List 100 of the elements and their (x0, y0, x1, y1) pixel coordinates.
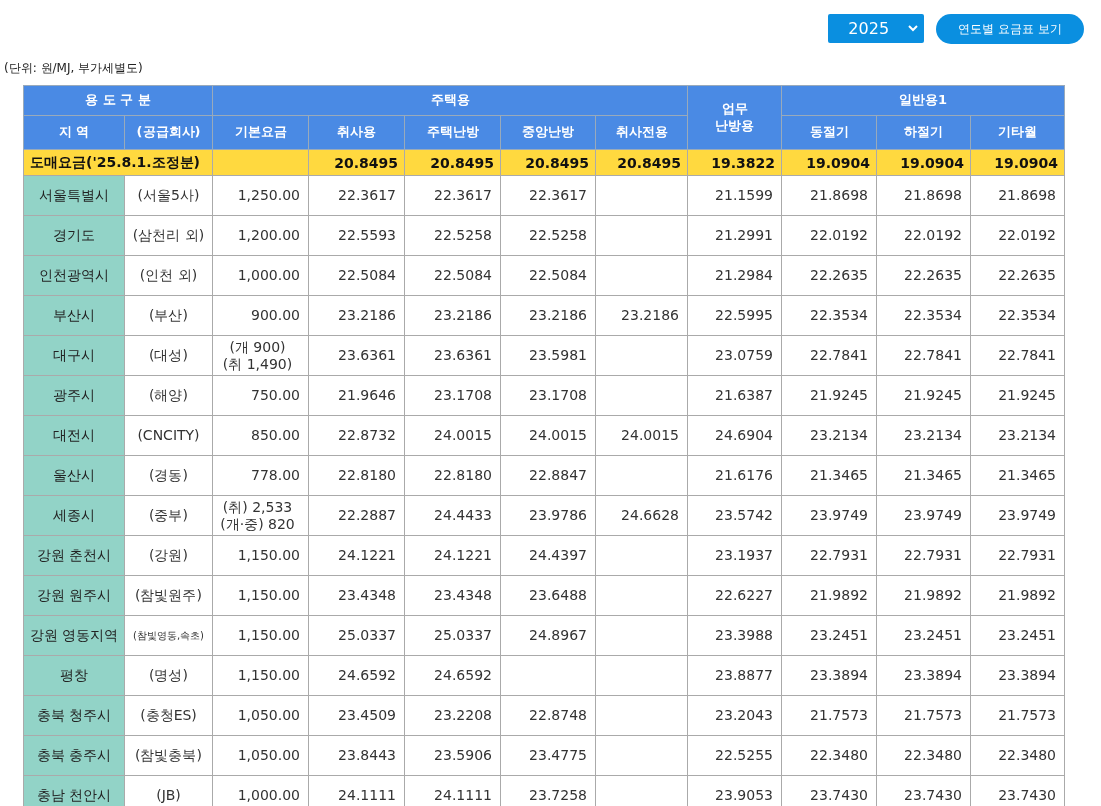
table-cell: 22.3534 (970, 295, 1065, 336)
table-cell: 24.1221 (404, 535, 501, 576)
header-cell: 지 역 (23, 115, 125, 150)
table-cell: 23.2134 (781, 415, 877, 456)
region-cell: 충남 천안시 (23, 775, 125, 806)
header-cell: 취사용 (308, 115, 405, 150)
table-cell: 24.8967 (500, 615, 596, 656)
table-cell: 21.8698 (781, 175, 877, 216)
table-cell: 22.5084 (500, 255, 596, 296)
table-cell: 23.3894 (781, 655, 877, 696)
table-cell: 1,000.00 (212, 255, 309, 296)
table-cell: 23.8443 (308, 735, 405, 776)
region-cell: 강원 영동지역 (23, 615, 125, 656)
table-cell: 21.7573 (876, 695, 971, 736)
header-cell: (공급회사) (124, 115, 213, 150)
table-cell: 22.0192 (876, 215, 971, 256)
table-cell: 23.2134 (970, 415, 1065, 456)
region-cell: 강원 춘천시 (23, 535, 125, 576)
table-cell: 23.4348 (404, 575, 501, 616)
table-cell: 19.0904 (781, 149, 877, 176)
table-cell: 24.6628 (595, 495, 688, 536)
table-cell: 21.3465 (970, 455, 1065, 496)
table-cell: 23.9749 (876, 495, 971, 536)
header-cell: 업무 난방용 (687, 85, 782, 150)
table-cell: 21.3465 (876, 455, 971, 496)
table-cell: 23.5981 (500, 335, 596, 376)
table-cell: 20.8495 (500, 149, 596, 176)
table-cell: 22.0192 (781, 215, 877, 256)
table-cell: 1,150.00 (212, 615, 309, 656)
year-select[interactable]: 2025 (828, 14, 925, 43)
region-cell: 인천광역시 (23, 255, 125, 296)
table-cell: 21.9892 (876, 575, 971, 616)
table-cell: 22.7931 (876, 535, 971, 576)
table-cell: 22.3534 (876, 295, 971, 336)
table-cell: 23.1708 (500, 375, 596, 416)
table-cell: (경동) (124, 455, 213, 496)
table-cell: 23.2451 (781, 615, 877, 656)
table-cell: 22.6227 (687, 575, 782, 616)
table-cell: 21.2991 (687, 215, 782, 256)
table-cell: 22.3534 (781, 295, 877, 336)
table-cell: 21.8698 (970, 175, 1065, 216)
header-cell: 기본요금 (212, 115, 309, 150)
table-cell: 23.2208 (404, 695, 501, 736)
table-cell: 23.2043 (687, 695, 782, 736)
table-cell: 20.8495 (308, 149, 405, 176)
region-cell: 경기도 (23, 215, 125, 256)
table-cell: (개 900) (취 1,490) (212, 335, 309, 376)
table-cell: 24.0015 (404, 415, 501, 456)
table-cell: 1,150.00 (212, 655, 309, 696)
table-cell: (해양) (124, 375, 213, 416)
table-cell: 23.4775 (500, 735, 596, 776)
table-cell: 23.8877 (687, 655, 782, 696)
table-cell: 23.0759 (687, 335, 782, 376)
unit-note: (단위: 원/MJ, 부가세별도) (4, 60, 144, 77)
region-cell: 강원 원주시 (23, 575, 125, 616)
table-cell: 22.3617 (404, 175, 501, 216)
region-cell: 평창 (23, 655, 125, 696)
table-cell: 21.3465 (781, 455, 877, 496)
table-cell: 24.6592 (404, 655, 501, 696)
table-cell: 21.9646 (308, 375, 405, 416)
table-cell: 23.2451 (876, 615, 971, 656)
table-cell: 22.0192 (970, 215, 1065, 256)
table-cell: (참빛충북) (124, 735, 213, 776)
table-cell: (대성) (124, 335, 213, 376)
table-cell: 23.3894 (970, 655, 1065, 696)
table-cell: 24.4433 (404, 495, 501, 536)
region-cell: 서울특별시 (23, 175, 125, 216)
table-cell: 22.8180 (404, 455, 501, 496)
table-cell: 22.5258 (404, 215, 501, 256)
table-cell: 22.3480 (781, 735, 877, 776)
table-cell: (CNCITY) (124, 415, 213, 456)
table-cell: 22.3480 (970, 735, 1065, 776)
table-cell: 23.4509 (308, 695, 405, 736)
table-cell: (충청ES) (124, 695, 213, 736)
table-cell: 750.00 (212, 375, 309, 416)
table-cell: 22.5593 (308, 215, 405, 256)
table-cell: (서울5사) (124, 175, 213, 216)
table-cell: 22.8748 (500, 695, 596, 736)
table-cell: 23.9786 (500, 495, 596, 536)
table-cell: (부산) (124, 295, 213, 336)
table-cell: 19.0904 (970, 149, 1065, 176)
region-cell: 대전시 (23, 415, 125, 456)
table-cell: 778.00 (212, 455, 309, 496)
table-cell: (삼천리 외) (124, 215, 213, 256)
table-cell: 1,200.00 (212, 215, 309, 256)
table-cell: 22.8732 (308, 415, 405, 456)
table-cell: 22.5258 (500, 215, 596, 256)
table-cell: 22.3617 (500, 175, 596, 216)
region-cell: 세종시 (23, 495, 125, 536)
table-cell: 21.6176 (687, 455, 782, 496)
table-cell: 22.5084 (308, 255, 405, 296)
table-cell: (취) 2,533 (개·중) 820 (212, 495, 309, 536)
table-cell: 22.7841 (781, 335, 877, 376)
table-cell: 23.2134 (876, 415, 971, 456)
table-cell: (인천 외) (124, 255, 213, 296)
table-cell: 23.5906 (404, 735, 501, 776)
table-cell: 21.1599 (687, 175, 782, 216)
table-cell: 22.5084 (404, 255, 501, 296)
table-cell: 1,050.00 (212, 695, 309, 736)
view-yearly-rates-button[interactable]: 연도별 요금표 보기 (936, 14, 1084, 44)
